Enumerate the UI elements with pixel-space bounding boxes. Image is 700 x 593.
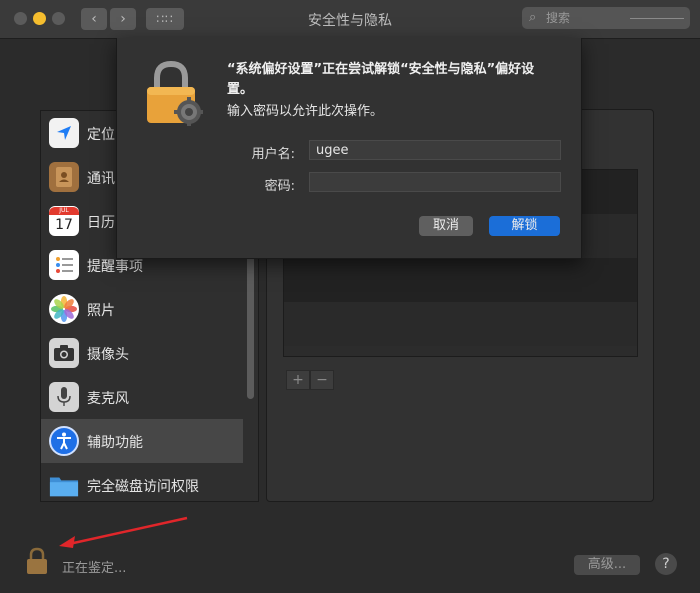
reminders-icon [49,250,79,280]
title-bar: ‹ › ∷∷ 安全性与隐私 ⌕ 搜索 [0,0,700,39]
status-text: 正在鉴定... [62,561,127,576]
username-field[interactable]: ugee [309,140,561,160]
camera-icon [49,338,79,368]
sidebar-item-label: 照片 [87,303,115,319]
dialog-subtext: 输入密码以允许此次操作。 [227,104,384,119]
search-field[interactable]: ⌕ 搜索 [522,7,690,29]
remove-app-button[interactable]: − [310,370,334,390]
microphone-icon [49,382,79,412]
sidebar-item-label: 通讯 [87,171,115,187]
sidebar-item-label: 定位 [87,127,115,143]
password-field[interactable] [309,172,561,192]
password-label: 密码: [264,179,295,194]
search-placeholder: 搜索 [546,11,571,25]
sidebar-item-label: 日历 [87,215,115,231]
sidebar-item-camera[interactable]: 摄像头 [41,331,243,375]
sidebar-item-label: 提醒事项 [87,259,143,275]
lock-icon[interactable] [26,547,48,575]
sidebar-item-full-disk-access[interactable]: 完全磁盘访问权限 [41,463,243,501]
unlock-dialog: “系统偏好设置”正在尝试解锁“安全性与隐私”偏好设置。 输入密码以允许此次操作。… [116,38,582,259]
unlock-button[interactable]: 解锁 [489,216,560,236]
calendar-icon: JUL 17 [49,206,79,236]
calendar-month: JUL [49,207,79,215]
folder-icon [49,470,79,500]
cancel-button[interactable]: 取消 [419,216,473,236]
sidebar-item-label: 完全磁盘访问权限 [87,479,199,495]
calendar-day: 17 [55,217,73,233]
search-underline [630,18,684,19]
sidebar-item-label: 麦克风 [87,391,129,407]
add-app-button[interactable]: + [286,370,310,390]
dialog-message: “系统偏好设置”正在尝试解锁“安全性与隐私”偏好设置。 [227,62,535,97]
annotation-arrow-icon [59,516,188,548]
accessibility-icon [49,426,79,456]
help-button[interactable]: ? [655,553,677,575]
username-label: 用户名: [251,147,295,162]
location-arrow-icon [49,118,79,148]
list-row[interactable] [284,258,637,302]
search-icon: ⌕ [529,10,537,25]
sidebar-item-label: 辅助功能 [87,435,143,451]
sidebar-item-microphone[interactable]: 麦克风 [41,375,243,419]
advanced-button[interactable]: 高级... [574,555,640,575]
sidebar-item-label: 摄像头 [87,347,129,363]
sidebar-item-photos[interactable]: 照片 [41,287,243,331]
contacts-book-icon [49,162,79,192]
sidebar-item-accessibility[interactable]: 辅助功能 [41,419,243,463]
photos-icon [49,294,79,324]
lock-gear-icon [145,60,203,126]
list-row[interactable] [284,302,637,346]
